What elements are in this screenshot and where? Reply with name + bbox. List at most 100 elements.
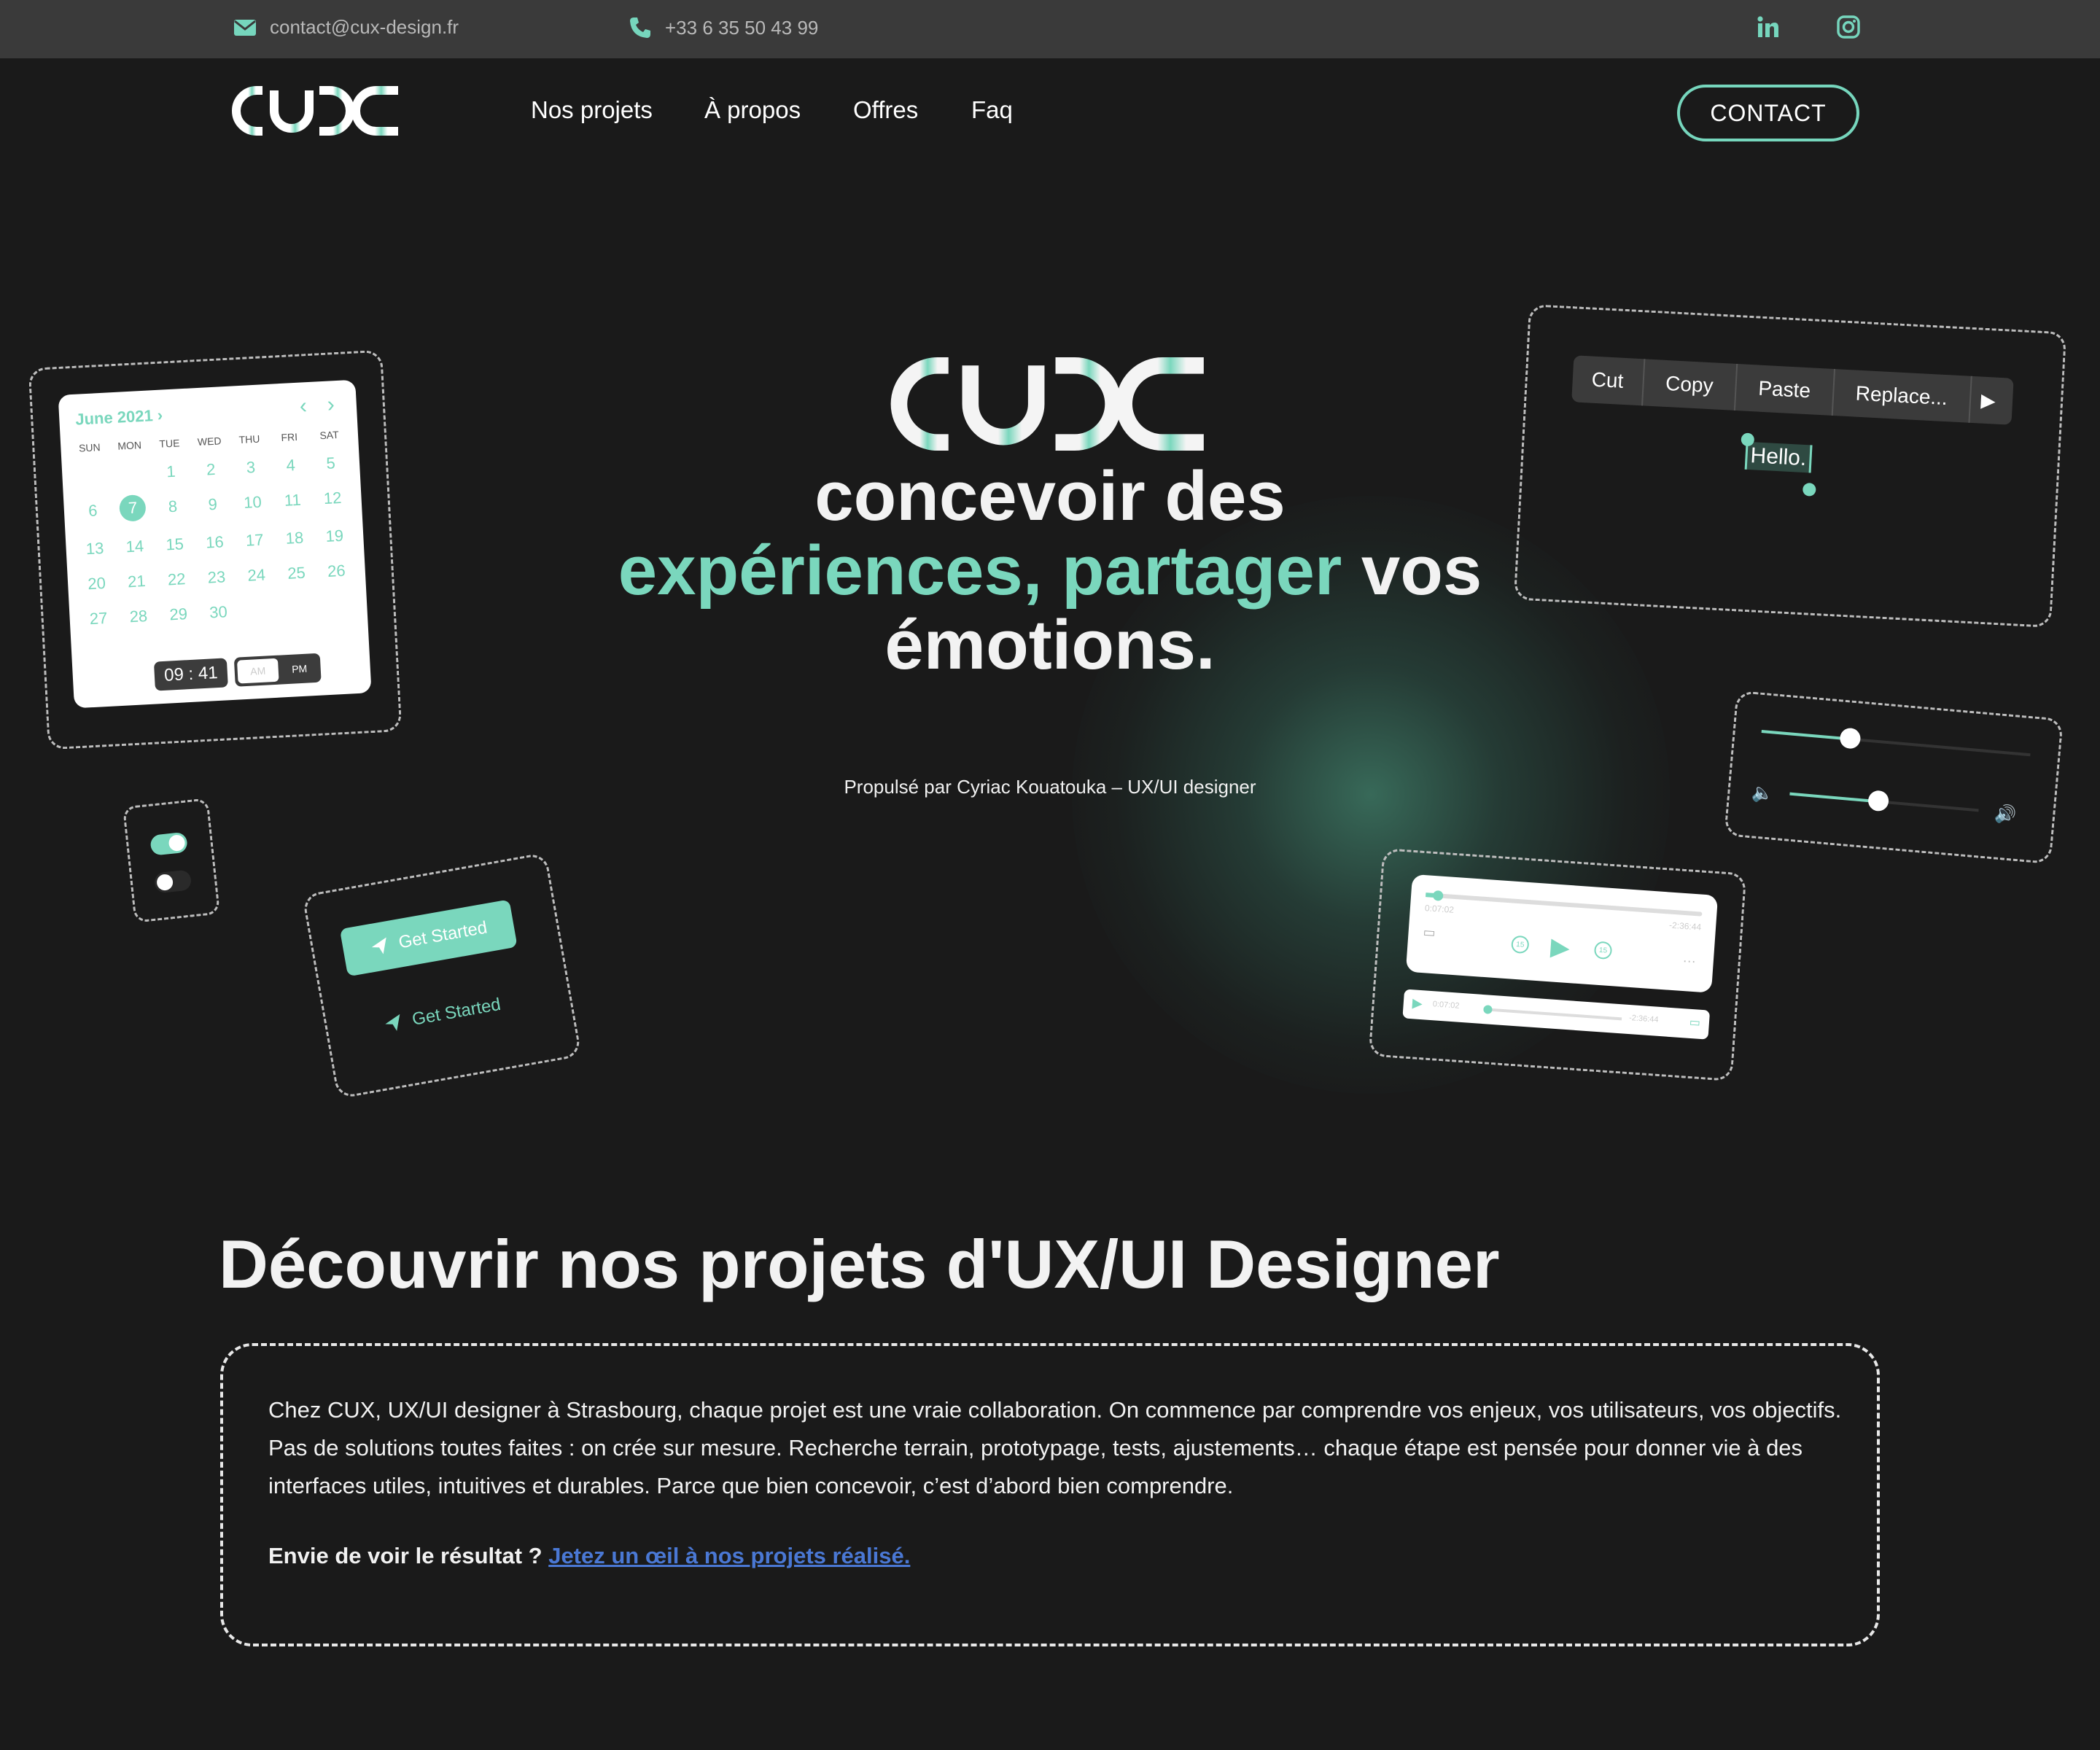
- nav-link-a-propos[interactable]: À propos: [704, 96, 801, 124]
- slider-track-1[interactable]: [1761, 727, 2031, 757]
- chevron-right-icon: ›: [157, 405, 163, 424]
- calendar-date: [111, 463, 152, 484]
- envelope-icon: [234, 19, 256, 36]
- calendar-date[interactable]: 1: [150, 462, 191, 483]
- mini-remaining-time: -2:36:44: [1628, 1014, 1659, 1024]
- calendar-card: June 2021 › ‹ › SUN MON TUE WED THU FRI SAT 12…: [28, 349, 402, 750]
- toggle-on[interactable]: [149, 831, 188, 856]
- get-started-filled-button[interactable]: Get Started: [339, 899, 518, 977]
- slider-thumb-2[interactable]: [1867, 790, 1890, 812]
- player-card: 0:07:02 -2:36:44 ▭ 15 ▶ 15 ··· ▶ 0:07:02…: [1368, 847, 1747, 1082]
- hero-title: concevoir des expériences, partager vos …: [540, 459, 1560, 682]
- calendar-date[interactable]: 25: [276, 563, 316, 584]
- calendar-date[interactable]: 19: [314, 526, 355, 547]
- calendar-next-icon[interactable]: ›: [327, 392, 335, 417]
- pm-option[interactable]: PM: [281, 656, 319, 682]
- phone-contact[interactable]: +33 6 35 50 43 99: [629, 16, 818, 39]
- am-option[interactable]: AM: [236, 658, 279, 684]
- weekday-label: THU: [238, 432, 260, 446]
- calendar-date[interactable]: 27: [78, 608, 119, 629]
- hero-title-line1: concevoir des: [814, 457, 1286, 535]
- menu-item-replace[interactable]: Replace...: [1832, 369, 1972, 423]
- calendar-date[interactable]: 9: [192, 494, 233, 518]
- progress-track[interactable]: [1426, 890, 1703, 917]
- get-started-filled-label: Get Started: [397, 917, 489, 953]
- calendar-date[interactable]: 29: [158, 604, 199, 625]
- weekday-label: MON: [117, 439, 142, 452]
- contact-button[interactable]: CONTACT: [1677, 85, 1859, 141]
- projects-link[interactable]: Jetez un œil à nos projets réalisé.: [548, 1543, 910, 1568]
- hero-title-accent2: partager: [1062, 532, 1342, 610]
- menu-item-cut[interactable]: Cut: [1571, 355, 1645, 406]
- email-text[interactable]: contact@cux-design.fr: [270, 16, 459, 39]
- calendar-date[interactable]: 6: [72, 500, 113, 524]
- weekday-label: SUN: [78, 441, 101, 454]
- mini-player: ▶ 0:07:02 -2:36:44 ▭: [1402, 989, 1711, 1040]
- site-logo[interactable]: [232, 86, 401, 139]
- calendar-date-selected[interactable]: 7: [119, 494, 147, 522]
- nav-link-faq[interactable]: Faq: [971, 96, 1013, 124]
- calendar-date[interactable]: 12: [312, 488, 353, 512]
- menu-item-copy[interactable]: Copy: [1642, 359, 1738, 411]
- calendar-date[interactable]: 22: [156, 569, 197, 590]
- mini-play-icon[interactable]: ▶: [1412, 995, 1423, 1011]
- skip-back-icon[interactable]: 15: [1510, 935, 1530, 954]
- calendar-date[interactable]: 10: [232, 492, 273, 516]
- weekday-label: TUE: [159, 437, 180, 450]
- toggle-off[interactable]: [153, 869, 192, 894]
- more-icon[interactable]: ···: [1682, 953, 1696, 969]
- phone-icon: [630, 18, 650, 38]
- calendar-date[interactable]: 24: [236, 565, 277, 586]
- calendar-date[interactable]: 16: [194, 532, 235, 553]
- player-widget: 0:07:02 -2:36:44 ▭ 15 ▶ 15 ···: [1405, 874, 1719, 993]
- text-selection[interactable]: Hello.: [1744, 441, 1813, 473]
- calendar-date[interactable]: 11: [272, 490, 313, 514]
- menu-item-paste[interactable]: Paste: [1735, 364, 1835, 416]
- calendar-date[interactable]: 23: [196, 567, 237, 588]
- calendar-date[interactable]: 28: [118, 606, 159, 627]
- play-icon[interactable]: ▶: [1970, 388, 2007, 412]
- section-title: Découvrir nos projets d'UX/UI Designer: [219, 1226, 1500, 1302]
- calendar-date[interactable]: 8: [152, 497, 193, 521]
- airplay-icon[interactable]: ▭: [1423, 925, 1436, 941]
- calendar-date[interactable]: 2: [190, 459, 231, 481]
- selection-handle-end[interactable]: [1802, 482, 1816, 497]
- context-menu: Cut Copy Paste Replace... ▶: [1571, 355, 2014, 425]
- calendar-date[interactable]: 13: [74, 538, 115, 559]
- mini-progress-track[interactable]: [1483, 1005, 1622, 1021]
- calendar-prev-icon[interactable]: ‹: [299, 394, 308, 419]
- slider-track-2[interactable]: [1789, 790, 1979, 812]
- skip-forward-icon[interactable]: 15: [1593, 941, 1613, 960]
- sliders-card: 🔈 🔊: [1724, 690, 2064, 865]
- calendar-date[interactable]: 5: [311, 453, 351, 474]
- mini-airplay-icon[interactable]: ▭: [1689, 1015, 1700, 1030]
- play-icon[interactable]: ▶: [1549, 932, 1571, 962]
- calendar-date[interactable]: 30: [198, 602, 238, 623]
- calendar-date[interactable]: 14: [114, 536, 155, 557]
- calendar-time[interactable]: 09 : 41: [153, 658, 228, 691]
- email-contact[interactable]: contact@cux-design.fr: [233, 16, 459, 39]
- send-icon: [371, 937, 386, 954]
- nav-link-projets[interactable]: Nos projets: [531, 96, 653, 124]
- calendar-date[interactable]: 4: [271, 455, 311, 476]
- calendar-date[interactable]: 26: [316, 561, 357, 582]
- volume-low-icon: 🔈: [1751, 782, 1775, 804]
- get-started-text-button[interactable]: Get Started: [354, 980, 530, 1050]
- calendar-date[interactable]: 18: [274, 528, 315, 549]
- info-cta: Envie de voir le résultat ? Jetez un œil…: [268, 1543, 910, 1569]
- calendar-date[interactable]: 15: [155, 534, 195, 555]
- send-icon: [384, 1014, 400, 1031]
- weekday-label: FRI: [281, 430, 298, 444]
- slider-thumb-1[interactable]: [1839, 727, 1862, 750]
- hero-title-line3: émotions.: [884, 606, 1216, 684]
- linkedin-icon[interactable]: [1756, 15, 1781, 43]
- calendar-date[interactable]: 17: [234, 530, 275, 551]
- calendar-date[interactable]: 21: [116, 571, 157, 592]
- main-nav: Nos projets À propos Offres Faq CONTACT: [0, 58, 2100, 168]
- ampm-toggle[interactable]: AM PM: [233, 653, 322, 687]
- instagram-icon[interactable]: [1836, 15, 1861, 43]
- phone-text[interactable]: +33 6 35 50 43 99: [665, 17, 818, 39]
- calendar-date[interactable]: 20: [77, 573, 117, 594]
- nav-link-offres[interactable]: Offres: [853, 96, 918, 124]
- calendar-date[interactable]: 3: [230, 457, 271, 478]
